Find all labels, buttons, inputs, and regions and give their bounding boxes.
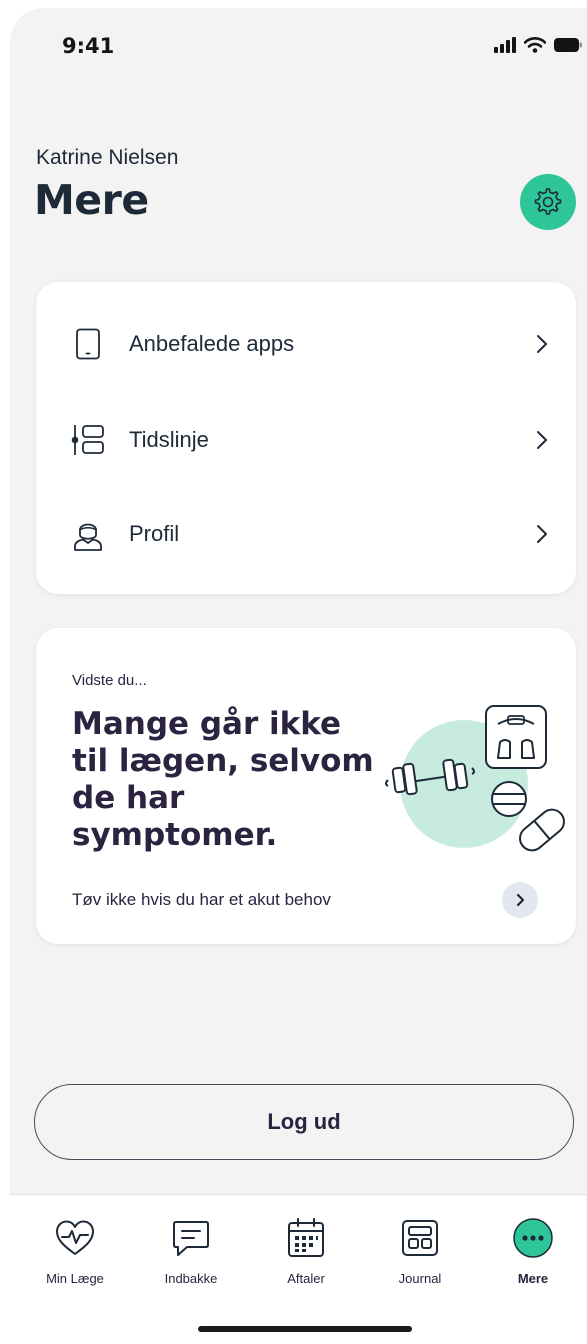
user-name: Katrine Nielsen [36, 146, 179, 169]
status-time: 9:41 [62, 34, 115, 58]
info-link[interactable]: Tøv ikke hvis du har et akut behov [72, 890, 331, 910]
phone-icon [68, 324, 108, 364]
info-eyebrow: Vidste du... [72, 672, 147, 689]
gear-icon [534, 188, 562, 215]
page-title: Mere [34, 176, 149, 224]
message-icon [170, 1217, 212, 1259]
tab-label: Min Læge [46, 1271, 104, 1286]
menu-item-tidslinje[interactable]: Tidslinje [36, 400, 576, 480]
tab-journal[interactable]: Journal [375, 1217, 465, 1297]
logout-button[interactable]: Log ud [34, 1084, 574, 1160]
status-icons [494, 35, 582, 55]
menu-card: Anbefalede apps Tidslinje Profil [36, 282, 576, 594]
tab-label: Journal [398, 1271, 442, 1286]
timeline-icon [68, 420, 108, 460]
chevron-right-icon [537, 335, 547, 353]
settings-button[interactable] [520, 174, 576, 230]
tab-mere[interactable]: Mere [488, 1217, 578, 1297]
info-card[interactable]: Vidste du... Mange går ikke til lægen, s… [36, 628, 576, 944]
chevron-right-icon [537, 431, 547, 449]
journal-icon [399, 1217, 441, 1259]
home-indicator [198, 1326, 412, 1332]
tab-min-laege[interactable]: Min Læge [30, 1217, 120, 1297]
tab-label: Mere [517, 1271, 549, 1286]
tab-label: Indbakke [164, 1271, 218, 1286]
more-icon [512, 1217, 554, 1259]
info-arrow-button[interactable] [502, 882, 538, 918]
heart-pulse-icon [54, 1217, 96, 1259]
menu-item-label: Anbefalede apps [129, 331, 295, 356]
menu-item-profil[interactable]: Profil [36, 494, 576, 574]
health-illustration-icon [385, 705, 565, 852]
signal-icon [494, 37, 516, 53]
tab-indbakke[interactable]: Indbakke [146, 1217, 236, 1297]
tab-bar: Min Læge Indbakke Aftaler Journal Mere [10, 1194, 587, 1344]
chevron-right-icon [516, 893, 525, 907]
menu-item-label: Profil [129, 521, 180, 546]
menu-item-label: Tidslinje [129, 427, 209, 452]
battery-icon [554, 38, 582, 52]
profile-icon [68, 514, 108, 554]
menu-item-anbefalede-apps[interactable]: Anbefalede apps [36, 304, 576, 384]
info-headline: Mange går ikke til lægen, selvom de har … [72, 706, 374, 853]
tab-label: Aftaler [287, 1271, 325, 1286]
screen: 9:41 Katrine Nielsen Mere Anbefalede app… [10, 8, 587, 1344]
chevron-right-icon [537, 525, 547, 543]
calendar-icon [285, 1217, 327, 1259]
tab-aftaler[interactable]: Aftaler [261, 1217, 351, 1297]
wifi-icon [524, 37, 546, 53]
